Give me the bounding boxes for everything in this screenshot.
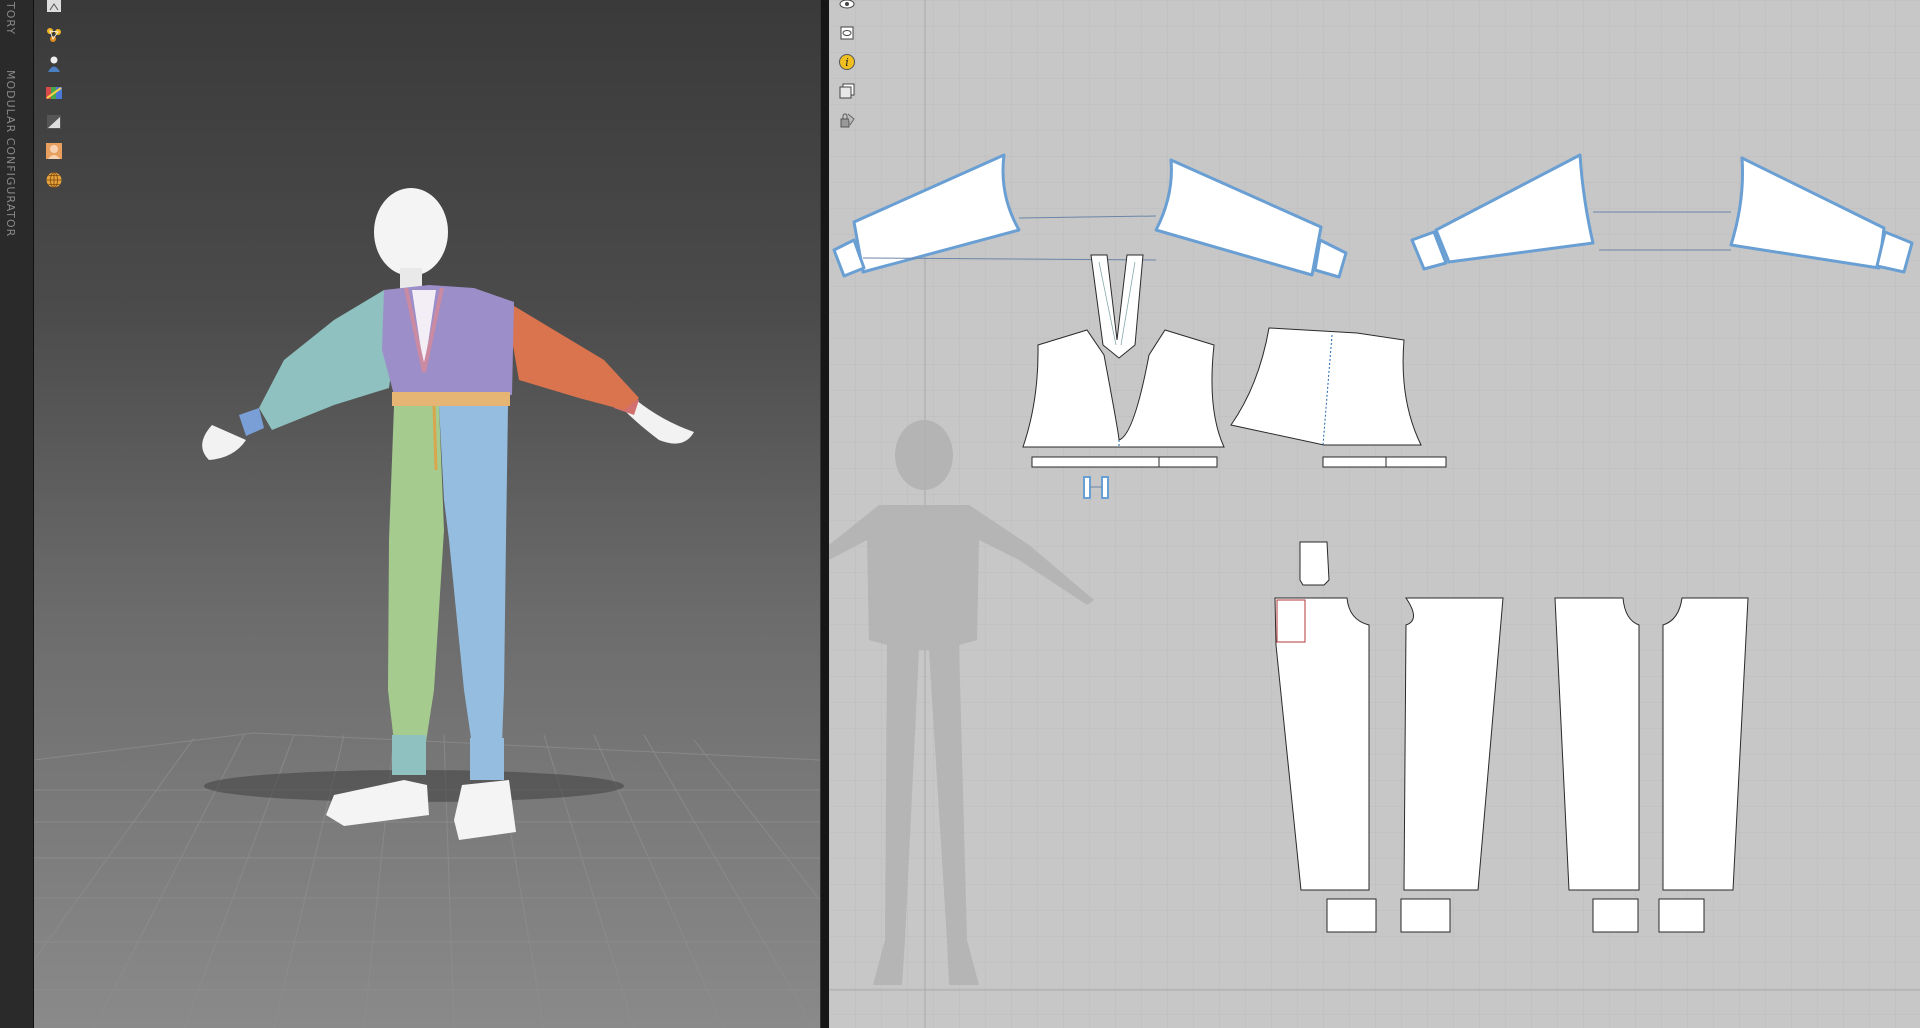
- belt-loop-1: [1083, 476, 1091, 499]
- show-avatar-icon: [839, 0, 855, 9]
- 2d-pattern-canvas: [829, 0, 1920, 1028]
- svg-text:i: i: [845, 56, 849, 69]
- pant-cuff-3: [1592, 898, 1639, 933]
- garment-waistband: [392, 392, 510, 406]
- history-tab[interactable]: TORY: [4, 2, 17, 35]
- front-waistband-piece: [1031, 456, 1160, 468]
- info-icon: i: [839, 54, 855, 70]
- garment-right-sleeve: [504, 300, 639, 410]
- pattern-layer-button[interactable]: [835, 79, 859, 103]
- avatar-left-hand: [202, 425, 246, 460]
- front-waistband-piece-2: [1158, 456, 1218, 468]
- show-pattern-button[interactable]: [835, 21, 859, 45]
- back-waistband-piece: [1322, 456, 1387, 468]
- 3d-scene: [34, 188, 820, 1028]
- pant-cuff-2: [1400, 898, 1451, 933]
- back-waistband-piece-2: [1385, 456, 1447, 468]
- 2d-pattern-window[interactable]: i: [829, 0, 1920, 1028]
- info-button[interactable]: i: [835, 50, 859, 74]
- pant-back-right-piece: [1662, 597, 1749, 891]
- garment-left-sleeve: [259, 290, 394, 430]
- garment-front-bodice: [382, 285, 514, 395]
- pattern-grid: [829, 0, 1920, 1028]
- pant-cuff-1: [1326, 898, 1377, 933]
- left-vertical-tab-strip: TORY MODULAR CONFIGURATOR: [0, 0, 34, 1028]
- belt-loop-2: [1101, 476, 1109, 499]
- lock-pattern-icon: [840, 113, 855, 128]
- lock-pattern-button[interactable]: [835, 108, 859, 132]
- pant-cuff-4: [1658, 898, 1705, 933]
- modular-configurator-tab[interactable]: MODULAR CONFIGURATOR: [4, 70, 17, 237]
- avatar-right-shoe: [454, 780, 516, 840]
- pocket-piece: [1299, 541, 1330, 586]
- avatar-head: [374, 188, 448, 276]
- show-avatar-button[interactable]: [835, 0, 859, 16]
- 2d-window-toolbar: i: [835, 0, 859, 137]
- garment-right-pant-leg: [439, 406, 508, 745]
- 3d-viewport[interactable]: [34, 0, 820, 1028]
- pant-back-left-piece: [1554, 597, 1640, 891]
- pattern-layer-icon: [839, 83, 855, 99]
- show-pattern-icon: [840, 26, 854, 40]
